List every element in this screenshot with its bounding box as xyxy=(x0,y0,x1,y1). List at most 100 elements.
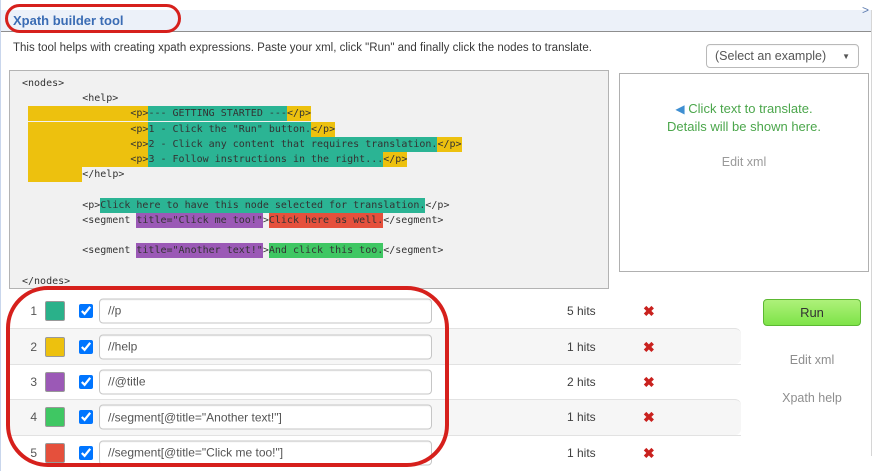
xml-text: <nodes> xyxy=(22,78,64,89)
xml-code-line: <p>2 - Click any content that requires t… xyxy=(22,137,608,152)
row-number: 2 xyxy=(23,340,37,354)
hits-label: 5 hits xyxy=(567,304,596,318)
xml-highlighted-node-teal[interactable]: 3 - Follow instructions in the right... xyxy=(148,152,383,167)
xml-code-line: </help> xyxy=(22,167,608,182)
xml-highlighted-node-yellow[interactable]: </p> xyxy=(437,137,461,152)
hits-label: 1 hits xyxy=(567,410,596,424)
xml-highlighted-node-green[interactable]: And click this too. xyxy=(269,243,383,258)
example-select-value: (Select an example) xyxy=(715,49,842,63)
xml-code: <nodes> <help> <p>--- GETTING STARTED --… xyxy=(22,76,608,289)
color-swatch xyxy=(45,301,65,321)
xml-code-line xyxy=(22,228,608,243)
example-select[interactable]: (Select an example) ▼ xyxy=(706,44,859,68)
xml-code-line: <p>--- GETTING STARTED ---</p> xyxy=(22,106,608,121)
xml-code-line: <nodes> xyxy=(22,76,608,91)
edit-xml-action-link[interactable]: Edit xml xyxy=(763,353,861,367)
color-swatch xyxy=(45,407,65,427)
chevron-down-icon: ▼ xyxy=(842,52,850,61)
panel-right-border xyxy=(871,10,872,456)
xml-highlighted-node-yellow[interactable]: <p> xyxy=(28,106,148,121)
xml-text: <p> xyxy=(22,200,100,211)
color-swatch xyxy=(45,372,65,392)
delete-row-icon[interactable]: ✖ xyxy=(643,304,655,318)
delete-row-icon[interactable]: ✖ xyxy=(643,446,655,460)
xpath-row: 5 1 hits ✖ xyxy=(9,435,741,470)
collapse-panel-icon[interactable]: > xyxy=(862,3,869,17)
row-number: 5 xyxy=(23,446,37,460)
left-arrow-icon: ◀ xyxy=(675,102,684,116)
xml-highlighted-node-red[interactable]: Click here as well. xyxy=(269,213,383,228)
delete-row-icon[interactable]: ✖ xyxy=(643,410,655,424)
hits-label: 2 hits xyxy=(567,375,596,389)
xml-highlighted-node-yellow[interactable]: <p> xyxy=(28,122,148,137)
header-bar: Xpath builder tool xyxy=(1,10,872,32)
xml-highlighted-node-purple[interactable]: title="Click me too!" xyxy=(136,213,262,228)
row-number: 3 xyxy=(23,375,37,389)
details-message: ◀ Click text to translate. Details will … xyxy=(620,100,868,135)
xml-text: </help> xyxy=(82,169,124,180)
row-number: 4 xyxy=(23,410,37,424)
row-number: 1 xyxy=(23,304,37,318)
xml-highlighted-node-yellow[interactable] xyxy=(28,167,82,182)
xml-text: <help> xyxy=(22,93,118,104)
details-message-line2: Details will be shown here. xyxy=(667,119,821,134)
details-panel: ◀ Click text to translate. Details will … xyxy=(619,73,869,272)
xml-text: <segment xyxy=(22,245,136,256)
xpath-input[interactable] xyxy=(99,298,432,323)
xml-text: </segment> xyxy=(383,215,443,226)
xml-text: <segment xyxy=(22,215,136,226)
xml-highlighted-node-yellow[interactable]: </p> xyxy=(311,122,335,137)
xml-highlighted-node-teal[interactable]: Click here to have this node selected fo… xyxy=(100,198,425,213)
xml-text: </nodes> xyxy=(22,276,70,287)
row-enabled-checkbox[interactable] xyxy=(79,375,93,389)
xpath-input[interactable] xyxy=(99,369,432,394)
xpath-row: 3 2 hits ✖ xyxy=(9,364,741,399)
xpath-row: 2 1 hits ✖ xyxy=(9,328,741,363)
xml-highlighted-node-teal[interactable]: 2 - Click any content that requires tran… xyxy=(148,137,437,152)
row-enabled-checkbox[interactable] xyxy=(79,340,93,354)
xml-panel[interactable]: <nodes> <help> <p>--- GETTING STARTED --… xyxy=(9,70,609,289)
xml-code-line: <p>1 - Click the "Run" button.</p> xyxy=(22,122,608,137)
xml-highlighted-node-yellow[interactable]: </p> xyxy=(287,106,311,121)
delete-row-icon[interactable]: ✖ xyxy=(643,375,655,389)
hits-label: 1 hits xyxy=(567,446,596,460)
xml-code-line: <p>3 - Follow instructions in the right.… xyxy=(22,152,608,167)
xml-text: </p> xyxy=(425,200,449,211)
xml-code-line: <segment title="Click me too!">Click her… xyxy=(22,213,608,228)
xml-text: > xyxy=(263,245,269,256)
xml-highlighted-node-yellow[interactable]: <p> xyxy=(28,137,148,152)
xml-highlighted-node-teal[interactable]: --- GETTING STARTED --- xyxy=(148,106,286,121)
xpath-input[interactable] xyxy=(99,405,432,430)
run-button[interactable]: Run xyxy=(763,299,861,326)
details-message-line1: Click text to translate. xyxy=(688,101,812,116)
xpath-input[interactable] xyxy=(99,334,432,359)
xpath-input[interactable] xyxy=(99,440,432,465)
xml-highlighted-node-yellow[interactable]: <p> xyxy=(28,152,148,167)
intro-text: This tool helps with creating xpath expr… xyxy=(13,42,592,54)
color-swatch xyxy=(45,337,65,357)
xml-highlighted-node-purple[interactable]: title="Another text!" xyxy=(136,243,262,258)
xpath-builder-tool: Xpath builder tool > This tool helps wit… xyxy=(0,0,877,471)
color-swatch xyxy=(45,443,65,463)
hits-label: 1 hits xyxy=(567,340,596,354)
xpath-row: 4 1 hits ✖ xyxy=(9,399,741,434)
page-title: Xpath builder tool xyxy=(1,13,124,28)
xml-code-line: <segment title="Another text!">And click… xyxy=(22,243,608,258)
xml-code-line xyxy=(22,182,608,197)
edit-xml-link[interactable]: Edit xml xyxy=(722,155,766,169)
xml-code-line: <help> xyxy=(22,91,608,106)
row-enabled-checkbox[interactable] xyxy=(79,410,93,424)
xml-code-line: <p>Click here to have this node selected… xyxy=(22,198,608,213)
row-enabled-checkbox[interactable] xyxy=(79,304,93,318)
xpath-help-link[interactable]: Xpath help xyxy=(763,391,861,405)
xml-code-line xyxy=(22,258,608,273)
xml-text: > xyxy=(263,215,269,226)
xml-code-line: </nodes> xyxy=(22,274,608,289)
xpath-row: 1 5 hits ✖ xyxy=(9,293,741,328)
xml-highlighted-node-yellow[interactable]: </p> xyxy=(383,152,407,167)
row-enabled-checkbox[interactable] xyxy=(79,446,93,460)
xml-highlighted-node-teal[interactable]: 1 - Click the "Run" button. xyxy=(148,122,311,137)
xpath-rows: 1 5 hits ✖ 2 1 hits ✖ 3 2 hits ✖ 4 1 hits ✖ 5 1 hits ✖ xyxy=(9,293,741,470)
delete-row-icon[interactable]: ✖ xyxy=(643,340,655,354)
xml-text: </segment> xyxy=(383,245,443,256)
